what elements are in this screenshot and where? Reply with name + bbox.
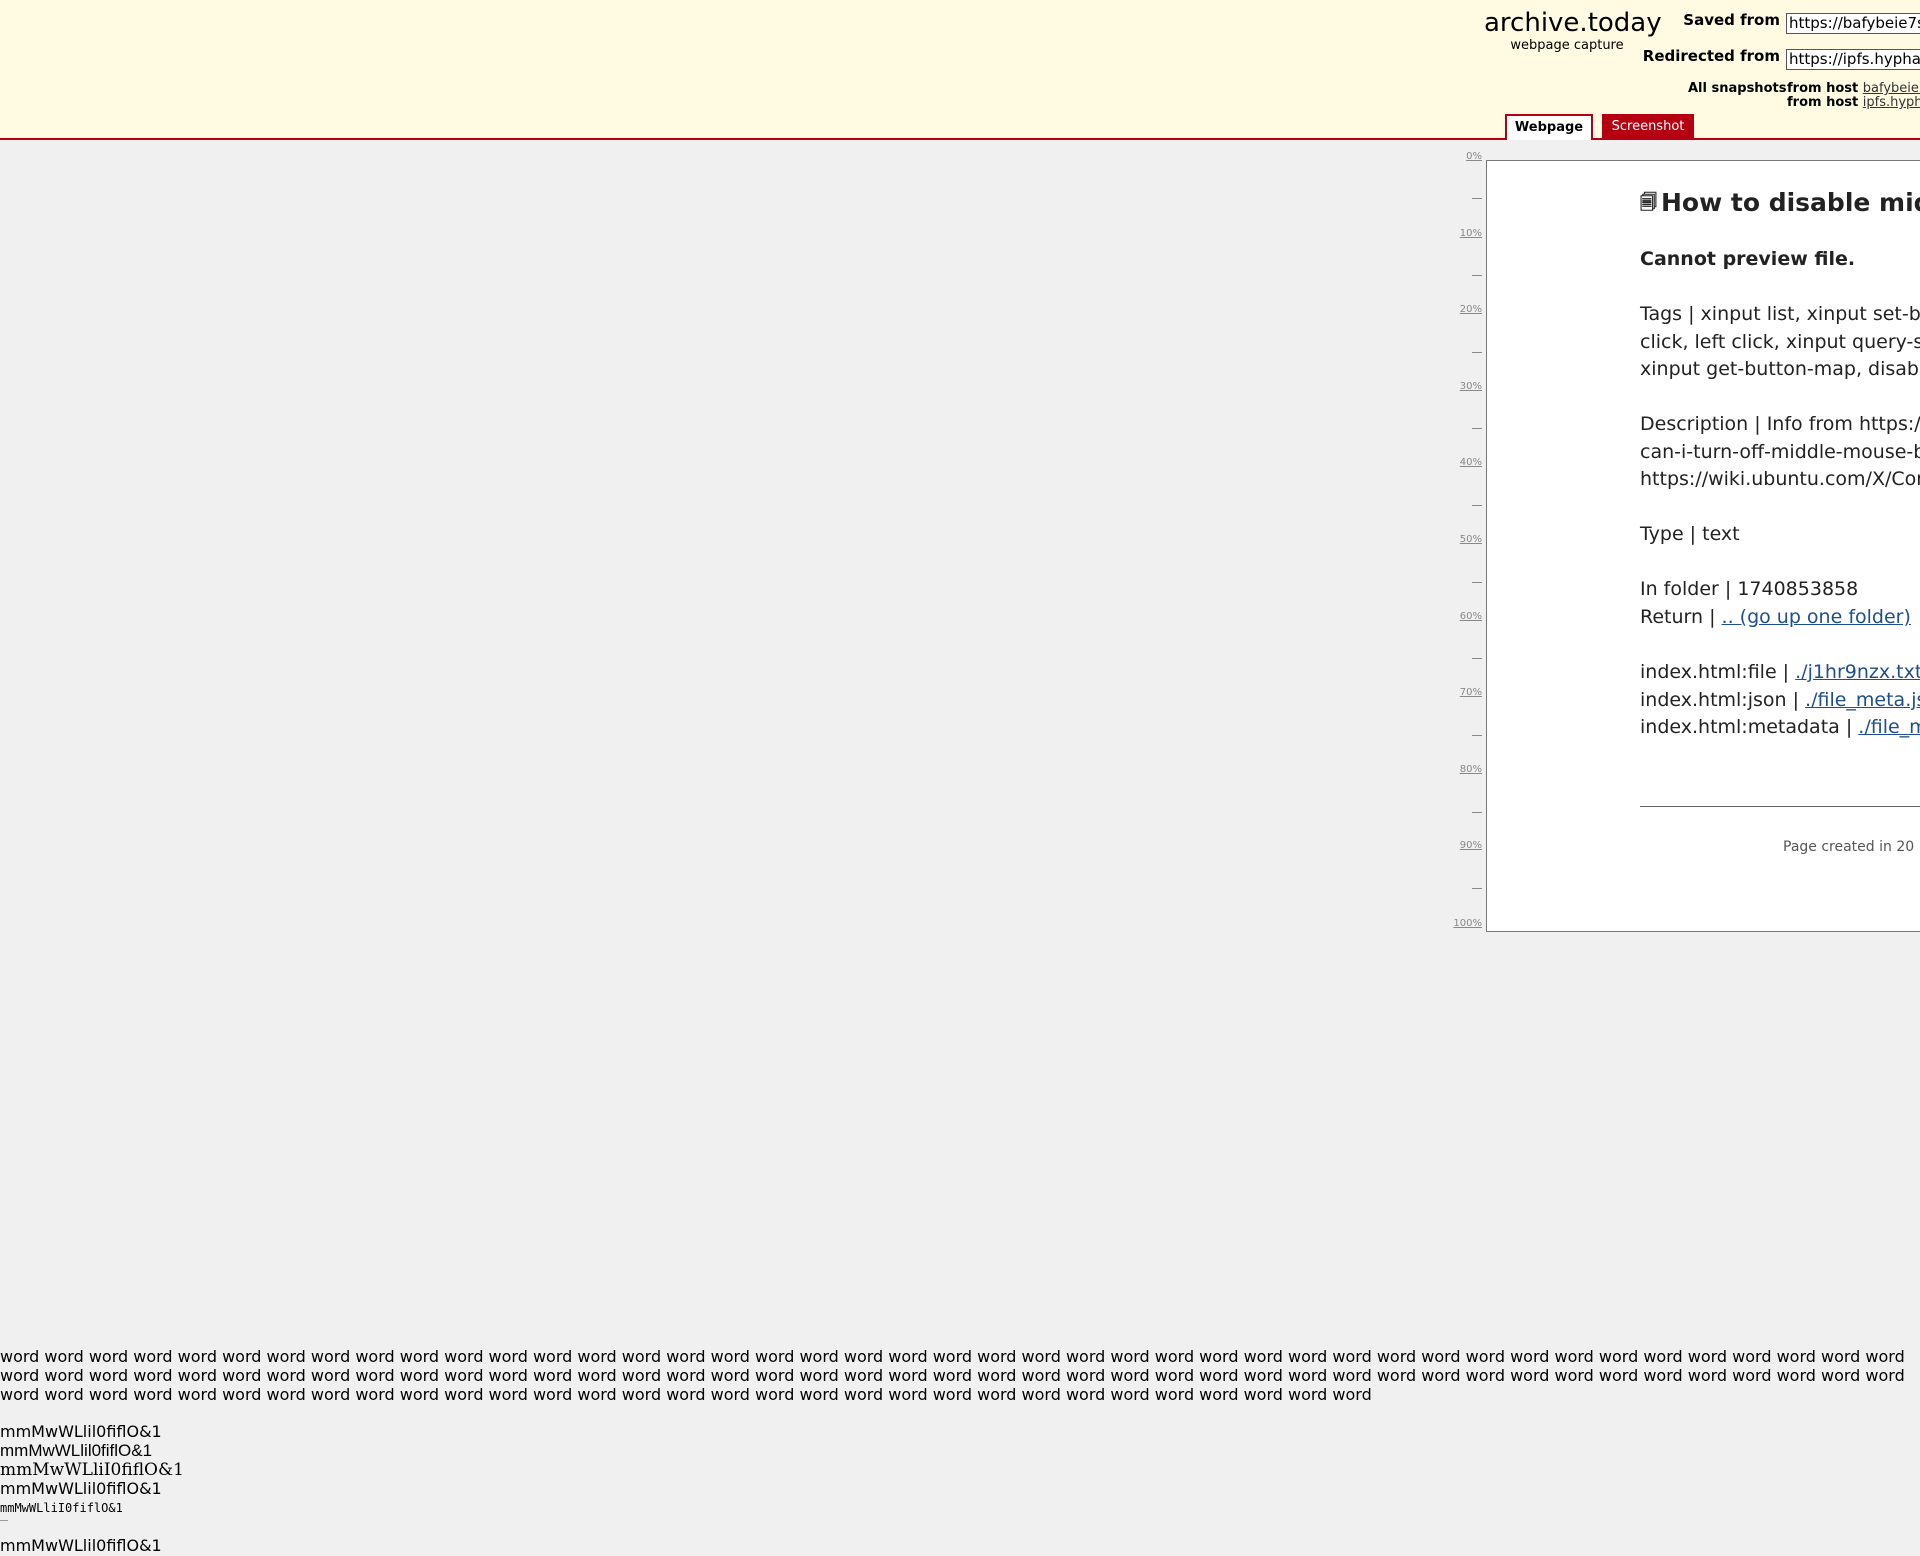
font-sample-1: mmMwWLlil0fiflO&1	[0, 1422, 162, 1441]
saved-from-label: Saved from	[1683, 11, 1780, 29]
font-sample-5: mmMwWLliI0fiflO&1	[0, 1501, 123, 1515]
metadata-prefix: index.html:metadata |	[1640, 716, 1859, 738]
type-line: Type | text	[1640, 523, 1740, 545]
snapshot-host-1: from host bafybeie7s	[1787, 81, 1920, 96]
ruler-0[interactable]: 0%	[1442, 151, 1482, 162]
snapshot-host-1-link[interactable]: bafybeie7s	[1863, 81, 1920, 96]
json-link[interactable]: ./file_meta.jso	[1805, 689, 1920, 711]
footer-divider	[1640, 806, 1920, 807]
ruler-40[interactable]: 40%	[1442, 457, 1482, 468]
snapshot-host-2: from host ipfs.hypha	[1787, 95, 1920, 110]
file-copy-icon: 🗐	[1640, 193, 1657, 213]
tags-line-3: xinput get-button-map, disable	[1640, 358, 1920, 380]
font-sample-3: mmMwWLliI0fiflO&1	[0, 1460, 184, 1480]
file-line: index.html:file | ./j1hr9nzx.txt	[1640, 658, 1920, 686]
json-line: index.html:json | ./file_meta.jso	[1640, 686, 1920, 714]
sample-divider	[0, 1520, 8, 1521]
font-sample-4: mmMwWLlil0fiflO&1	[0, 1479, 162, 1498]
archive-header: archive.today webpage capture Saved from…	[0, 0, 1920, 140]
saved-from-url-field[interactable]: https://bafybeie7snu	[1786, 13, 1920, 34]
ruler-70[interactable]: 70%	[1442, 687, 1482, 698]
ruler-tick	[1472, 428, 1482, 429]
folder-line: In folder | 1740853858	[1640, 578, 1859, 600]
go-up-folder-link[interactable]: .. (go up one folder)	[1722, 606, 1911, 628]
metadata-link[interactable]: ./file_m	[1858, 716, 1920, 738]
return-prefix: Return |	[1640, 606, 1722, 628]
metadata-line: index.html:metadata | ./file_m	[1640, 713, 1920, 741]
tab-webpage[interactable]: Webpage	[1505, 114, 1593, 140]
json-prefix: index.html:json |	[1640, 689, 1806, 711]
cannot-preview-text: Cannot preview file.	[1640, 248, 1856, 270]
snapshot-host-2-prefix: from host	[1787, 95, 1859, 110]
ruler-90[interactable]: 90%	[1442, 840, 1482, 851]
page-title: 🗐How to disable midd	[1640, 188, 1920, 219]
ruler-tick	[1472, 582, 1482, 583]
ruler-tick	[1472, 812, 1482, 813]
ruler-50[interactable]: 50%	[1442, 534, 1482, 545]
description-line-3: https://wiki.ubuntu.com/X/Con	[1640, 468, 1920, 490]
ruler-60[interactable]: 60%	[1442, 611, 1482, 622]
description-line-2: can-i-turn-off-middle-mouse-bu	[1640, 441, 1920, 463]
page-footer: Page created in 20	[1783, 839, 1915, 855]
file-prefix: index.html:file |	[1640, 661, 1796, 683]
captured-page-frame: 🗐How to disable midd Cannot preview file…	[1486, 160, 1920, 932]
ruler-tick	[1472, 658, 1482, 659]
return-line: Return | .. (go up one folder)	[1640, 603, 1911, 631]
ruler-20[interactable]: 20%	[1442, 304, 1482, 315]
description-line-1: Description | Info from https://	[1640, 413, 1920, 435]
ruler-80[interactable]: 80%	[1442, 764, 1482, 775]
ruler-10[interactable]: 10%	[1442, 228, 1482, 239]
word-sample-paragraph: word word word word word word word word …	[0, 1347, 1905, 1403]
redirected-from-url-field[interactable]: https://ipfs.hypha.co	[1786, 49, 1920, 70]
page-title-text: How to disable midd	[1660, 188, 1920, 217]
ruler-tick	[1472, 198, 1482, 199]
brand-subtitle: webpage capture	[1510, 38, 1624, 53]
ruler-tick	[1472, 352, 1482, 353]
file-link[interactable]: ./j1hr9nzx.txt	[1795, 661, 1920, 683]
all-snapshots-label: All snapshots	[1688, 81, 1787, 96]
font-sample-2: mmMwWLlil0fiflO&1	[0, 1441, 153, 1460]
snapshot-host-2-link[interactable]: ipfs.hypha	[1863, 95, 1920, 110]
ruler-tick	[1472, 888, 1482, 889]
brand[interactable]: archive.today webpage capture	[1484, 7, 1662, 53]
tags-line-2: click, left click, xinput query-st	[1640, 331, 1920, 353]
ruler-30[interactable]: 30%	[1442, 381, 1482, 392]
redirected-from-label: Redirected from	[1642, 47, 1780, 65]
brand-name[interactable]: archive.today	[1484, 7, 1662, 39]
ruler-tick	[1472, 735, 1482, 736]
ruler-tick	[1472, 505, 1482, 506]
ruler-tick	[1472, 275, 1482, 276]
font-sample-6: mmMwWLlil0fiflO&1	[0, 1536, 162, 1555]
ruler-100[interactable]: 100%	[1442, 918, 1482, 929]
tags-line-1: Tags | xinput list, xinput set-bu	[1640, 303, 1920, 325]
tab-screenshot[interactable]: Screenshot	[1602, 114, 1694, 138]
snapshot-host-1-prefix: from host	[1787, 81, 1859, 96]
